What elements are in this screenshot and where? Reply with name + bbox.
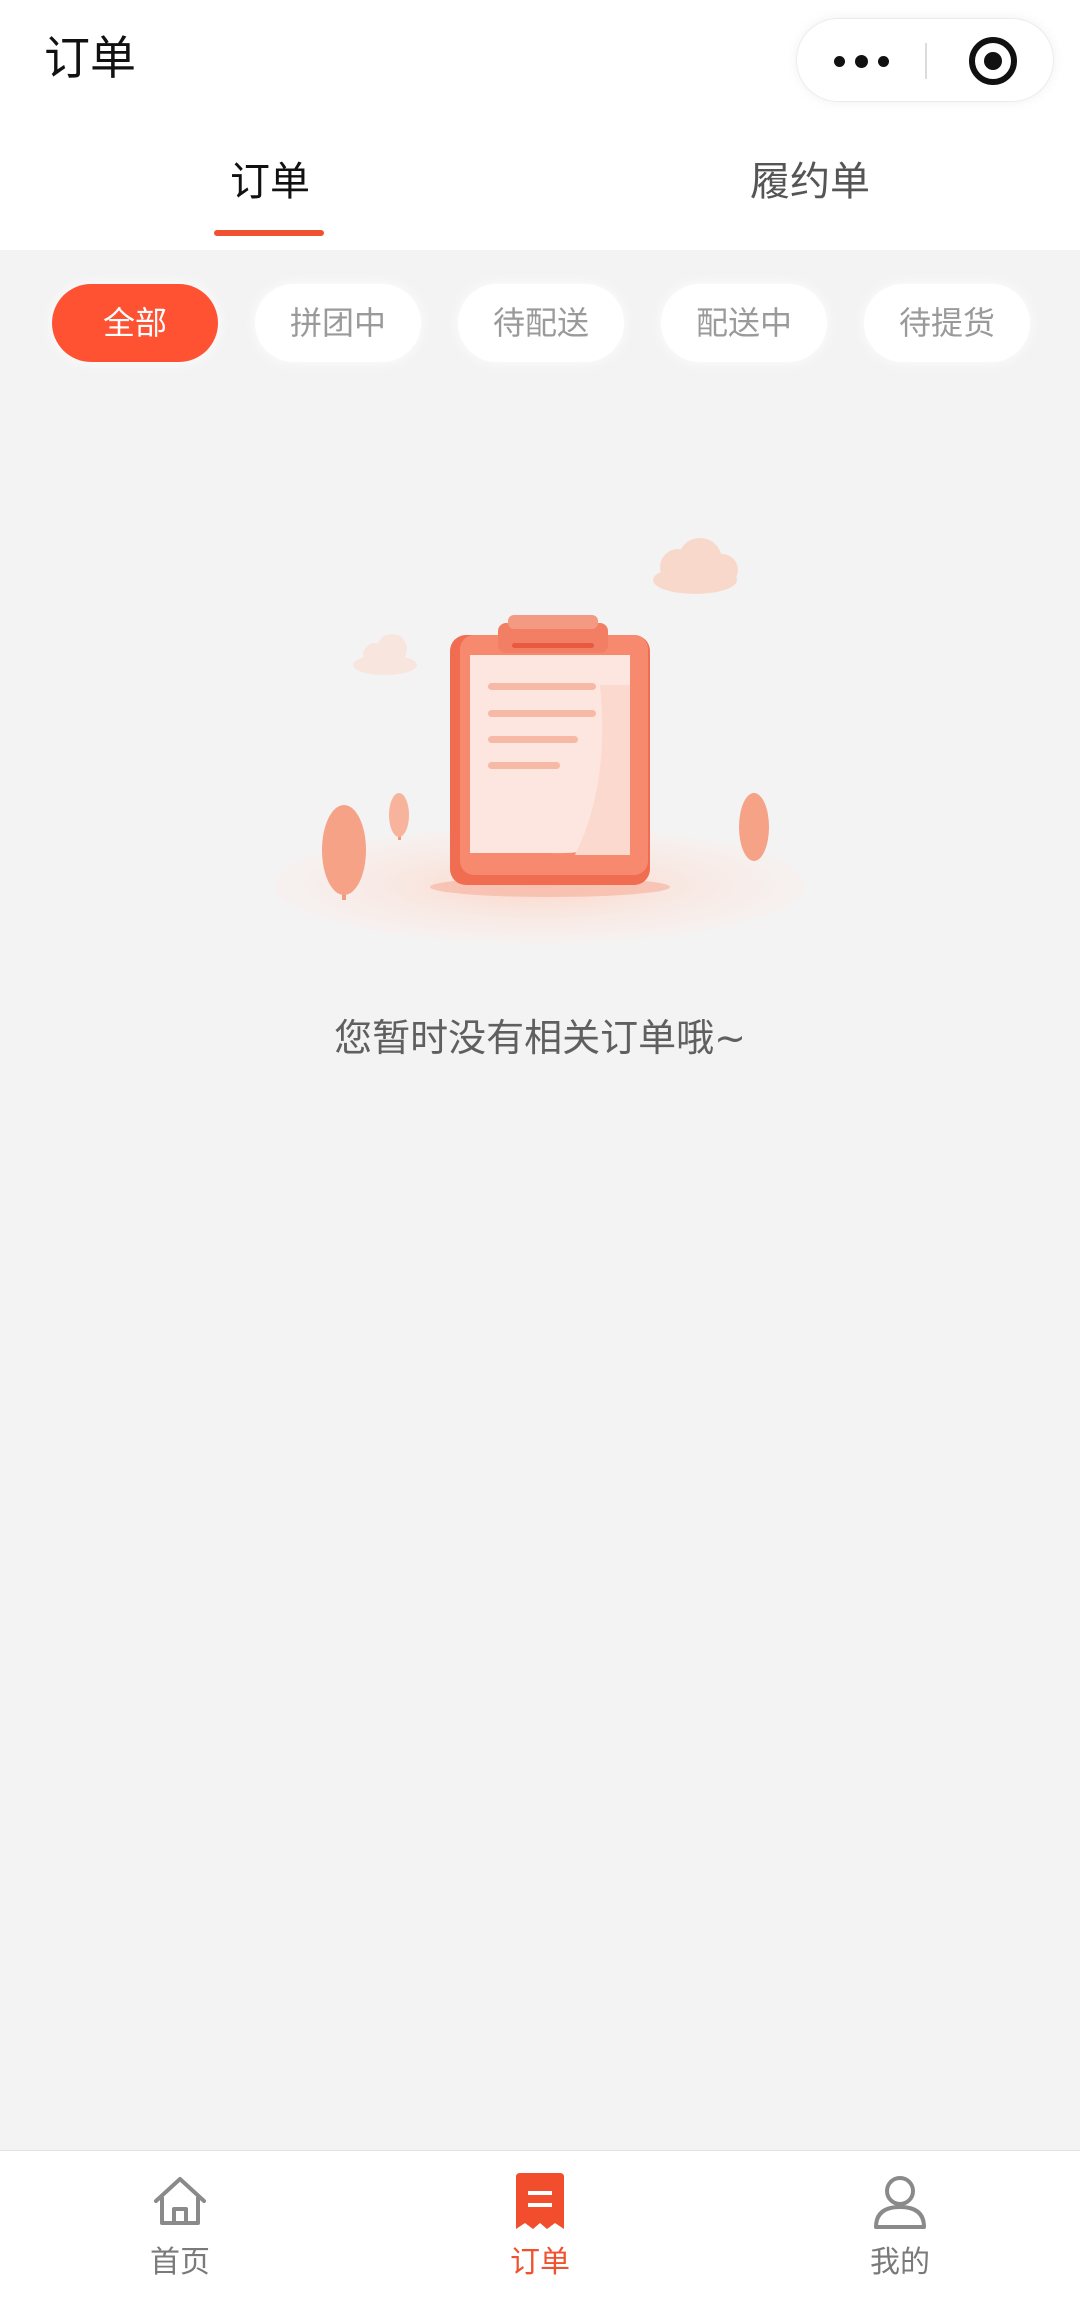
top-tabs: 订单 履约单 <box>0 118 1080 250</box>
capsule-divider <box>925 43 927 79</box>
tabbar-item-mine[interactable]: 我的 <box>800 2151 1000 2297</box>
tree-icon <box>739 793 769 861</box>
more-dots-icon[interactable] <box>797 19 925 103</box>
cloud-icon <box>653 538 738 594</box>
navigation-bar: 订单 <box>0 0 1080 118</box>
filter-group-buying[interactable]: 拼团中 <box>255 284 421 362</box>
user-icon <box>874 2176 926 2229</box>
tabbar-label-mine: 我的 <box>870 2245 930 2280</box>
filter-all[interactable]: 全部 <box>52 284 218 362</box>
tabbar-item-orders[interactable]: 订单 <box>440 2151 640 2297</box>
tabbar-item-home[interactable]: 首页 <box>80 2151 280 2297</box>
target-icon[interactable] <box>969 37 1017 85</box>
filter-delivering[interactable]: 配送中 <box>661 284 827 362</box>
page-title: 订单 <box>44 31 136 85</box>
cloud-icon <box>353 634 417 675</box>
active-tab-indicator <box>214 230 324 236</box>
home-icon <box>154 2177 206 2225</box>
filter-pending-pickup[interactable]: 待提货 <box>864 284 1030 362</box>
tabbar-label-orders: 订单 <box>510 2245 570 2280</box>
order-icon <box>516 2173 564 2229</box>
bottom-tab-bar: 首页 订单 我的 <box>0 2150 1080 2297</box>
mini-program-capsule <box>796 18 1054 102</box>
tree-icon <box>389 793 409 840</box>
empty-message: 您暂时没有相关订单哦~ <box>334 1016 746 1060</box>
tabbar-label-home: 首页 <box>150 2245 210 2280</box>
tab-orders[interactable]: 订单 <box>150 154 390 210</box>
filter-pending-delivery[interactable]: 待配送 <box>458 284 624 362</box>
empty-clipboard-illustration <box>275 538 805 943</box>
tab-fulfillment[interactable]: 履约单 <box>690 154 930 210</box>
